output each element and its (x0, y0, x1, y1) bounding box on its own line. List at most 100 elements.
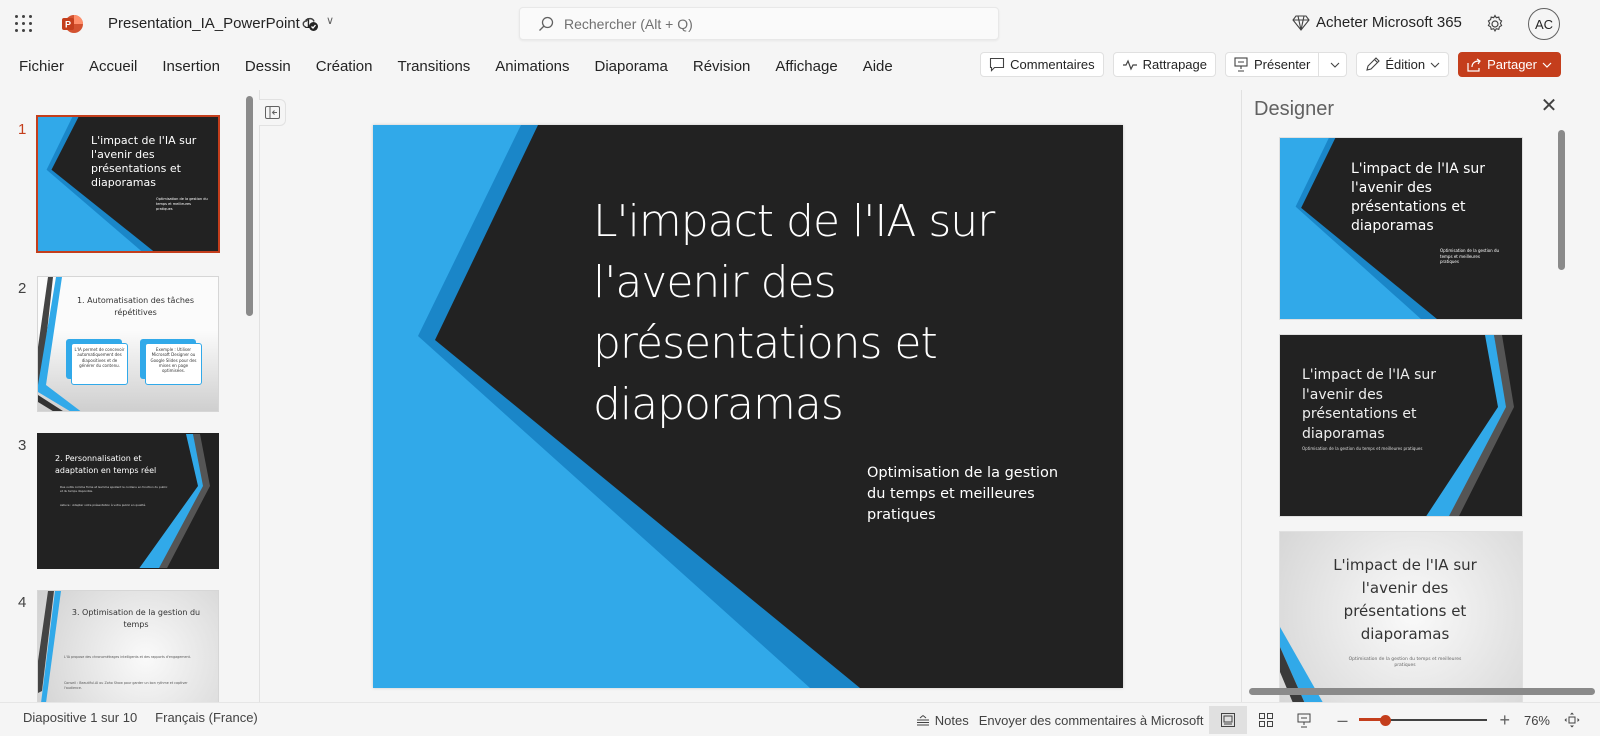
search-input[interactable] (564, 8, 984, 39)
editing-label: Édition (1385, 57, 1426, 72)
powerpoint-logo-icon: P (62, 15, 83, 33)
tab-dessin[interactable]: Dessin (245, 58, 291, 75)
design-2-title: L'impact de l'IA sur l'avenir des présen… (1302, 367, 1437, 442)
share-button[interactable]: Partager (1458, 52, 1561, 77)
document-title[interactable]: Presentation_IA_PowerPoint 1 (108, 15, 312, 32)
settings-gear-icon[interactable] (1485, 14, 1505, 34)
present-dropdown-chevron-icon[interactable] (1324, 53, 1346, 76)
design-2-subtitle: Optimisation de la gestion du temps et m… (1302, 446, 1423, 451)
collapse-thumbnail-pane-button[interactable] (259, 99, 286, 126)
title-bar: P Presentation_IA_PowerPoint 1 ∨ Acheter… (0, 0, 1600, 48)
designer-title: Designer (1254, 98, 1335, 120)
comments-label: Commentaires (1010, 57, 1095, 72)
tab-diaporama[interactable]: Diaporama (595, 58, 668, 75)
tab-revision[interactable]: Révision (693, 58, 751, 75)
present-label: Présenter (1254, 57, 1311, 72)
tab-animations[interactable]: Animations (495, 58, 569, 75)
send-feedback-link[interactable]: Envoyer des commentaires à Microsoft (979, 713, 1204, 728)
design-1-subtitle: Optimisation de la gestion du temps et m… (1440, 248, 1500, 264)
present-button[interactable]: Présenter (1226, 53, 1320, 76)
share-label: Partager (1487, 57, 1537, 72)
slide-number: 4 (18, 594, 27, 611)
designer-vertical-scrollbar[interactable] (1558, 130, 1565, 270)
ribbon-actions: Commentaires Rattrapage Présenter Éditio… (980, 52, 1561, 77)
comments-button[interactable]: Commentaires (980, 52, 1104, 77)
normal-view-button[interactable] (1209, 706, 1248, 734)
tab-aide[interactable]: Aide (863, 58, 893, 75)
cloud-saved-icon[interactable] (302, 15, 320, 33)
language-indicator[interactable]: Français (France) (155, 710, 258, 725)
slide-thumbnail-1[interactable]: L'impact de l'IA sur l'avenir des présen… (36, 115, 220, 253)
slide-number: 2 (18, 280, 27, 297)
design-3-subtitle: Optimisation de la gestion du temps et m… (1348, 657, 1462, 668)
notes-icon (916, 714, 929, 725)
app-launcher-icon[interactable] (15, 15, 33, 33)
designer-pane: Designer ✕ L'impact de l'IA sur l'avenir… (1241, 90, 1600, 702)
thumbnail-3-bullet-1: Des outils comme Tome et Gamma ajustent … (60, 485, 168, 493)
comment-icon (990, 57, 1005, 72)
search-icon (539, 16, 554, 31)
fit-to-window-icon[interactable] (1564, 712, 1580, 728)
slide-number: 3 (18, 437, 27, 454)
slide-counter: Diapositive 1 sur 10 (23, 710, 138, 725)
slide-thumbnail-3[interactable]: 2. Personnalisation et adaptation en tem… (37, 433, 219, 569)
thumbnail-pane-scrollbar[interactable] (246, 96, 253, 316)
collapse-panel-icon (264, 106, 280, 119)
tab-transitions[interactable]: Transitions (397, 58, 470, 75)
design-idea-card-1[interactable]: L'impact de l'IA sur l'avenir des présen… (1279, 137, 1523, 320)
thumbnail-4-bullet-2: Conseil : Beautiful.AI ou Zoho Show pour… (64, 681, 188, 690)
design-3-title: L'impact de l'IA sur l'avenir des présen… (1333, 556, 1477, 643)
tab-creation[interactable]: Création (316, 58, 373, 75)
slide-number: 1 (18, 121, 27, 138)
slideshow-view-button[interactable] (1285, 706, 1323, 734)
notes-button[interactable]: Notes (916, 713, 969, 728)
search-box[interactable] (519, 7, 999, 40)
present-icon (1234, 57, 1248, 72)
activity-icon (1122, 59, 1137, 70)
designer-horizontal-scrollbar[interactable] (1249, 688, 1595, 695)
slide-thumbnail-2[interactable]: 1. Automatisation des tâches répétitives… (37, 276, 219, 412)
buy-label: Acheter Microsoft 365 (1316, 14, 1462, 31)
tab-affichage[interactable]: Affichage (775, 58, 837, 75)
zoom-in-button[interactable]: + (1499, 710, 1510, 731)
diamond-icon (1292, 14, 1310, 31)
thumbnail-4-title: 3. Optimisation de la gestion du temps (71, 608, 201, 629)
tab-accueil[interactable]: Accueil (89, 58, 137, 75)
grid-view-icon (1259, 713, 1274, 727)
title-chevron-down-icon[interactable]: ∨ (326, 14, 334, 27)
thumbnail-3-title: 2. Personnalisation et adaptation en tem… (55, 454, 157, 475)
zoom-slider[interactable] (1359, 713, 1488, 727)
zoom-out-button[interactable]: – (1337, 710, 1347, 731)
slide-title[interactable]: L'impact de l'IA sur l'avenir des présen… (593, 191, 1073, 435)
design-idea-card-2[interactable]: L'impact de l'IA sur l'avenir des présen… (1279, 334, 1523, 517)
thumbnail-2-box1: L'IA permet de concevoir automatiquement… (71, 343, 128, 385)
zoom-level[interactable]: 76% (1524, 713, 1550, 728)
presenter-icon (1297, 713, 1311, 727)
pencil-icon (1366, 57, 1381, 71)
design-idea-card-3[interactable]: L'impact de l'IA sur l'avenir des présen… (1279, 531, 1523, 702)
editing-mode-button[interactable]: Édition (1356, 52, 1450, 77)
editing-chevron-down-icon (1430, 62, 1440, 68)
slide-thumbnail-pane: 1 L'impact de l'IA sur l'avenir des prés… (0, 90, 260, 702)
tab-fichier[interactable]: Fichier (19, 58, 64, 75)
present-split-button: Présenter (1225, 52, 1348, 77)
ribbon-tabs: Fichier Accueil Insertion Dessin Créatio… (0, 48, 1000, 84)
catch-up-button[interactable]: Rattrapage (1112, 52, 1216, 77)
slide-sorter-view-button[interactable] (1247, 706, 1285, 734)
share-icon (1467, 58, 1481, 72)
close-icon[interactable]: ✕ (1539, 96, 1559, 116)
user-avatar[interactable]: AC (1528, 8, 1560, 40)
thumbnail-2-box2: Exemple : Utiliser Microsoft Designer ou… (145, 343, 202, 385)
zoom-thumb[interactable] (1380, 715, 1392, 726)
status-bar: Diapositive 1 sur 10 Français (France) N… (0, 702, 1600, 736)
normal-view-icon (1221, 713, 1236, 727)
thumbnail-1-title: L'impact de l'IA sur l'avenir des présen… (91, 134, 197, 189)
tab-insertion[interactable]: Insertion (162, 58, 220, 75)
slide-subtitle[interactable]: Optimisation de la gestion du temps et m… (867, 463, 1067, 526)
design-1-title: L'impact de l'IA sur l'avenir des présen… (1351, 161, 1486, 234)
notes-label: Notes (934, 712, 969, 728)
buy-microsoft-365-link[interactable]: Acheter Microsoft 365 (1292, 14, 1462, 31)
slide-thumbnail-4[interactable]: 3. Optimisation de la gestion du temps L… (37, 590, 219, 702)
thumbnail-3-bullet-2: Astuce : Adapter votre présentation à vo… (60, 503, 146, 507)
slide-canvas[interactable]: L'impact de l'IA sur l'avenir des présen… (373, 125, 1123, 688)
